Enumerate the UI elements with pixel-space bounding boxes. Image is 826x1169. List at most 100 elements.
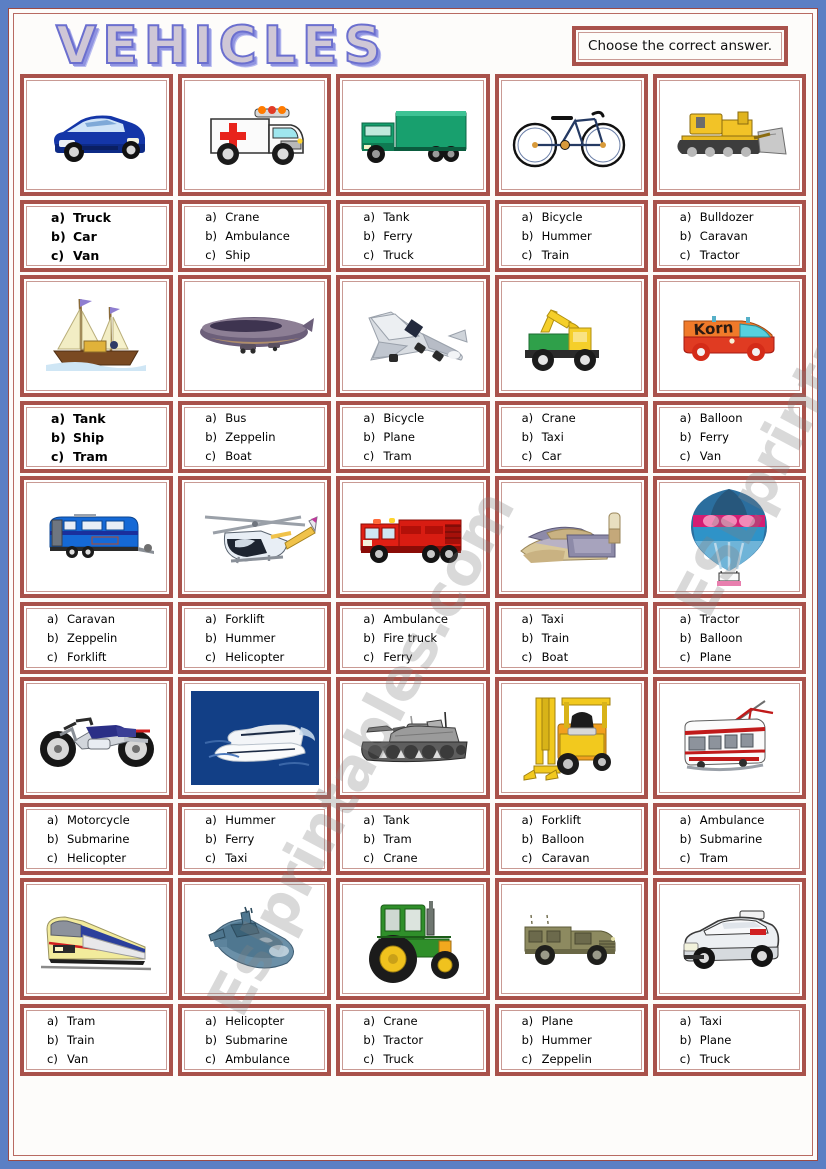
answer-option[interactable]: c) Plane [680,648,799,667]
answer-option[interactable]: c) Boat [205,447,324,466]
answer-option[interactable]: c) Truck [363,246,482,265]
answer-option[interactable]: c) Tractor [680,246,799,265]
answer-option[interactable]: b) Submarine [680,830,799,849]
answer-option[interactable]: a) Taxi [522,610,641,629]
answer-option[interactable]: a) Helicopter [205,1012,324,1031]
answer-option[interactable]: c) Tram [51,447,166,466]
answer-option[interactable]: a) Hummer [205,811,324,830]
answer-option[interactable]: a) Crane [522,409,641,428]
answer-option[interactable]: b) Hummer [522,1031,641,1050]
answer-option[interactable]: a) Tram [47,1012,166,1031]
answer-option[interactable]: c) Ferry [363,648,482,667]
answer-card[interactable]: a) Forklift b) Balloon c) Caravan [494,803,648,875]
answer-option[interactable]: b) Ferry [680,428,799,447]
answer-option[interactable]: b) Tram [363,830,482,849]
answer-option[interactable]: c) Ambulance [205,1050,324,1069]
answer-option[interactable]: a) Crane [205,208,324,227]
answer-card[interactable]: a) Crane b) Tractor c) Truck [336,1004,490,1076]
answer-option[interactable]: a) Forklift [205,610,324,629]
answer-option[interactable]: c) Van [51,246,166,265]
answer-card[interactable]: a) Forklift b) Hummer c) Helicopter [178,602,332,674]
answer-option[interactable]: a) Forklift [522,811,641,830]
answer-option[interactable]: a) Plane [522,1012,641,1031]
answer-option[interactable]: a) Caravan [47,610,166,629]
answer-card[interactable]: a) Bicycle b) Hummer c) Train [494,200,648,272]
answer-card[interactable]: a) Taxi b) Plane c) Truck [652,1004,806,1076]
answer-option[interactable]: c) Car [522,447,641,466]
answer-option[interactable]: c) Caravan [522,849,641,868]
answer-card[interactable]: a) Taxi b) Train c) Boat [494,602,648,674]
answer-option[interactable]: a) Bicycle [522,208,641,227]
answer-option[interactable]: b) Submarine [47,830,166,849]
answer-option[interactable]: a) Taxi [680,1012,799,1031]
answer-option[interactable]: c) Zeppelin [522,1050,641,1069]
answer-card[interactable]: a) Hummer b) Ferry c) Taxi [178,803,332,875]
answer-card[interactable]: a) Tank b) Tram c) Crane [336,803,490,875]
answer-option[interactable]: a) Tank [363,208,482,227]
answer-card[interactable]: a) Tram b) Train c) Van [20,1004,174,1076]
answer-option[interactable]: a) Motorcycle [47,811,166,830]
answer-option[interactable]: b) Plane [680,1031,799,1050]
answer-option[interactable]: c) Train [522,246,641,265]
answer-option[interactable]: b) Ferry [205,830,324,849]
answer-card[interactable]: a) Motorcycle b) Submarine c) Helicopter [20,803,174,875]
answer-card[interactable]: a) Plane b) Hummer c) Zeppelin [494,1004,648,1076]
answer-option[interactable]: b) Submarine [205,1031,324,1050]
answer-card[interactable]: a) Tank b) Ferry c) Truck [336,200,490,272]
answer-option[interactable]: a) Bus [205,409,324,428]
answer-option[interactable]: c) Tram [680,849,799,868]
answer-option[interactable]: c) Truck [680,1050,799,1069]
answer-option[interactable]: c) Helicopter [47,849,166,868]
answer-option[interactable]: c) Truck [363,1050,482,1069]
answer-option[interactable]: c) Taxi [205,849,324,868]
answer-option[interactable]: a) Truck [51,208,166,227]
answer-option[interactable]: b) Car [51,227,166,246]
answer-option[interactable]: b) Zeppelin [47,629,166,648]
answer-option[interactable]: a) Crane [363,1012,482,1031]
answer-card[interactable]: a) Tank b) Ship c) Tram [20,401,174,473]
answer-card[interactable]: a) Ambulance b) Submarine c) Tram [652,803,806,875]
answer-option[interactable]: b) Fire truck [363,629,482,648]
answer-option[interactable]: a) Balloon [680,409,799,428]
answer-option[interactable]: c) Helicopter [205,648,324,667]
answer-option[interactable]: c) Van [47,1050,166,1069]
answer-option[interactable]: a) Ambulance [680,811,799,830]
answer-option[interactable]: c) Crane [363,849,482,868]
answer-card[interactable]: a) Bulldozer b) Caravan c) Tractor [652,200,806,272]
answer-option[interactable]: b) Train [522,629,641,648]
answer-card[interactable]: a) Bus b) Zeppelin c) Boat [178,401,332,473]
answer-card[interactable]: a) Balloon b) Ferry c) Van [652,401,806,473]
answer-option[interactable]: a) Ambulance [363,610,482,629]
answer-option[interactable]: c) Ship [205,246,324,265]
answer-card[interactable]: a) Crane b) Ambulance c) Ship [178,200,332,272]
answer-option[interactable]: c) Boat [522,648,641,667]
answer-option[interactable]: a) Tractor [680,610,799,629]
answer-option[interactable]: a) Bicycle [363,409,482,428]
answer-option[interactable]: b) Hummer [205,629,324,648]
answer-option[interactable]: b) Ferry [363,227,482,246]
answer-option[interactable]: b) Train [47,1031,166,1050]
answer-option[interactable]: c) Tram [363,447,482,466]
answer-option[interactable]: b) Ship [51,428,166,447]
answer-option[interactable]: a) Bulldozer [680,208,799,227]
answer-option[interactable]: a) Tank [51,409,166,428]
answer-card[interactable]: a) Bicycle b) Plane c) Tram [336,401,490,473]
answer-card[interactable]: a) Caravan b) Zeppelin c) Forklift [20,602,174,674]
answer-card[interactable]: a) Helicopter b) Submarine c) Ambulance [178,1004,332,1076]
answer-card[interactable]: a) Tractor b) Balloon c) Plane [652,602,806,674]
answer-option[interactable]: b) Ambulance [205,227,324,246]
answer-option[interactable]: c) Forklift [47,648,166,667]
answer-option[interactable]: b) Balloon [680,629,799,648]
answer-option[interactable]: b) Zeppelin [205,428,324,447]
answer-option[interactable]: a) Tank [363,811,482,830]
answer-option[interactable]: b) Tractor [363,1031,482,1050]
answer-option[interactable]: b) Plane [363,428,482,447]
answer-card[interactable]: a) Truck b) Car c) Van [20,200,174,272]
answer-option[interactable]: b) Caravan [680,227,799,246]
answer-card[interactable]: a) Crane b) Taxi c) Car [494,401,648,473]
answer-option[interactable]: b) Balloon [522,830,641,849]
answer-card[interactable]: a) Ambulance b) Fire truck c) Ferry [336,602,490,674]
answer-option[interactable]: b) Taxi [522,428,641,447]
answer-option[interactable]: c) Van [680,447,799,466]
answer-option[interactable]: b) Hummer [522,227,641,246]
